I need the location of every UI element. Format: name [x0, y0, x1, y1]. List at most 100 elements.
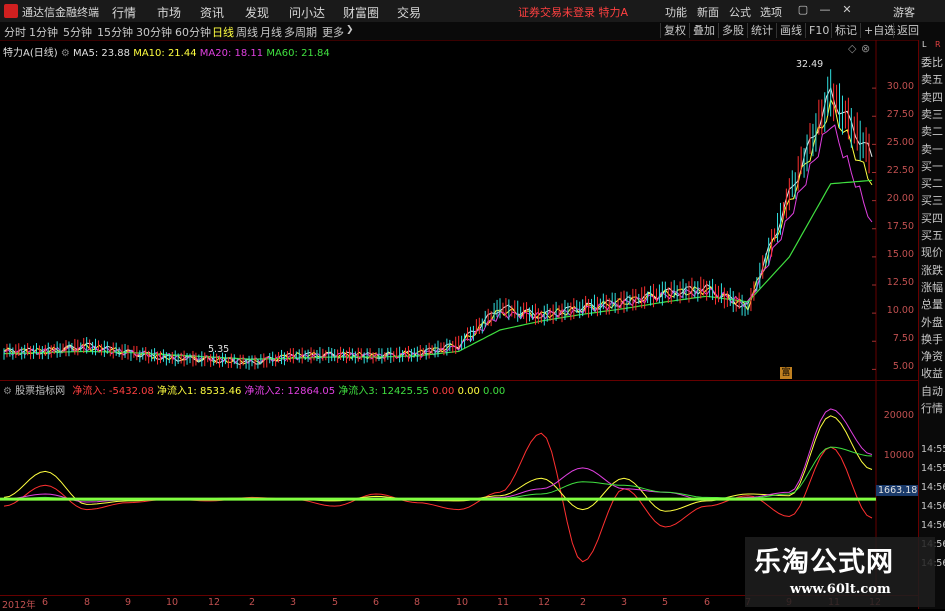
- close-icon[interactable]: ✕: [840, 3, 854, 17]
- side-left-tab[interactable]: L: [922, 40, 926, 49]
- period-monthly[interactable]: 月线: [260, 24, 282, 40]
- menu-options[interactable]: 选项: [760, 4, 782, 20]
- side-time-3: 14:56: [921, 501, 945, 512]
- stock-name: 特力A: [3, 48, 30, 59]
- indicator-line-3: [3, 446, 873, 501]
- y-tick-27-5: 27.50: [886, 109, 914, 120]
- x-tick-label: 2: [249, 597, 256, 608]
- side-item-6[interactable]: 买一: [921, 158, 943, 174]
- ma-line-ma20: [3, 124, 873, 364]
- mark-button[interactable]: 标记: [831, 23, 860, 38]
- ind-y-tick-20000: 20000: [883, 410, 914, 421]
- period-30min[interactable]: 30分钟: [136, 24, 172, 40]
- legend-net-inflow2: 净流入2: 12864.05: [244, 386, 336, 397]
- ma-line-ma10: [3, 98, 873, 365]
- side-time-2: 14:56: [921, 482, 945, 493]
- draw-line-button[interactable]: 画线: [776, 23, 805, 38]
- period-multi[interactable]: 多周期: [284, 24, 317, 40]
- legend-ma20: MA20: 18.11: [199, 48, 264, 59]
- side-item-19[interactable]: 自动: [921, 383, 943, 399]
- close-panel-icon[interactable]: ⊗: [861, 42, 870, 55]
- side-item-14[interactable]: 总量: [921, 296, 943, 312]
- menu-trade[interactable]: 交易: [397, 4, 421, 21]
- menu-formula[interactable]: 公式: [729, 4, 751, 20]
- side-item-16[interactable]: 换手: [921, 331, 943, 347]
- guest-button[interactable]: 游客: [893, 4, 915, 20]
- side-item-12[interactable]: 涨跌: [921, 262, 943, 278]
- y-tick-15: 15.00: [886, 249, 914, 260]
- x-tick-label: 3: [621, 597, 628, 608]
- menu-ask[interactable]: 问小达: [289, 4, 325, 21]
- menu-wealth-circle[interactable]: 财富圈: [343, 4, 379, 21]
- x-tick-label: 10: [456, 597, 469, 608]
- menu-discover[interactable]: 发现: [245, 4, 269, 21]
- maximize-icon[interactable]: ▢: [796, 3, 810, 17]
- current-value-tag: 1663.18: [876, 485, 920, 496]
- side-item-15[interactable]: 外盘: [921, 314, 943, 330]
- side-item-20[interactable]: 行情: [921, 400, 943, 416]
- side-item-5[interactable]: 卖一: [921, 141, 943, 157]
- indicator-name: 股票指标网: [15, 386, 66, 397]
- side-item-0[interactable]: 委比: [921, 54, 943, 70]
- multi-stock-button[interactable]: 多股: [718, 23, 747, 38]
- side-item-7[interactable]: 买二: [921, 175, 943, 191]
- period-daily[interactable]: 日线: [212, 24, 234, 40]
- period-60min[interactable]: 60分钟: [175, 24, 211, 40]
- side-item-2[interactable]: 卖四: [921, 89, 943, 105]
- price-chart[interactable]: [0, 40, 918, 380]
- side-item-17[interactable]: 净资: [921, 348, 943, 364]
- back-button[interactable]: 返回: [893, 23, 922, 38]
- indicator-line-1: [3, 415, 873, 512]
- legend-ma60: MA60: 21.84: [266, 48, 330, 59]
- side-item-8[interactable]: 买三: [921, 192, 943, 208]
- period-more[interactable]: 更多: [322, 24, 344, 40]
- stats-button[interactable]: 统计: [747, 23, 776, 38]
- adjust-button[interactable]: 复权: [660, 23, 689, 38]
- menu-market[interactable]: 市场: [157, 4, 181, 21]
- side-item-11[interactable]: 现价: [921, 244, 943, 260]
- side-item-3[interactable]: 卖三: [921, 106, 943, 122]
- menu-function[interactable]: 功能: [665, 4, 687, 20]
- side-right-tab[interactable]: R: [935, 40, 941, 49]
- side-item-18[interactable]: 收益: [921, 365, 943, 381]
- side-time-0: 14:55: [921, 444, 945, 455]
- period-5min[interactable]: 5分钟: [63, 24, 92, 40]
- more-arrow-icon[interactable]: ❯: [346, 25, 354, 35]
- ind-y-tick-10000: 10000: [883, 450, 914, 461]
- side-item-10[interactable]: 买五: [921, 227, 943, 243]
- menu-new-page[interactable]: 新面: [697, 4, 719, 20]
- y-tick-5: 5.00: [892, 361, 914, 372]
- x-tick-label: 11: [497, 597, 510, 608]
- f10-button[interactable]: F10: [805, 23, 832, 38]
- menu-news[interactable]: 资讯: [200, 4, 224, 21]
- side-item-4[interactable]: 卖二: [921, 123, 943, 139]
- period-intraday[interactable]: 分时: [4, 24, 26, 40]
- legend-ma10: MA10: 21.44: [133, 48, 197, 59]
- high-price-label: 32.49: [796, 59, 824, 70]
- low-price-label: 5.35: [208, 344, 230, 355]
- legend-ma5: MA5: 23.88: [73, 48, 131, 59]
- ma-line-ma5: [3, 86, 873, 366]
- period-15min[interactable]: 15分钟: [97, 24, 133, 40]
- diamond-icon[interactable]: ◇: [848, 42, 856, 55]
- indicator-settings-icon[interactable]: ⚙: [3, 386, 12, 397]
- period-1min[interactable]: 1分钟: [29, 24, 58, 40]
- x-tick-label: 9: [125, 597, 132, 608]
- settings-gear-icon[interactable]: ⚙: [61, 48, 70, 59]
- side-item-13[interactable]: 涨幅: [921, 279, 943, 295]
- minimize-icon[interactable]: —: [818, 3, 832, 17]
- app-logo-icon: [4, 4, 18, 18]
- menu-market-quotes[interactable]: 行情: [112, 4, 136, 21]
- info-badge[interactable]: 富: [780, 367, 792, 379]
- side-item-9[interactable]: 买四: [921, 210, 943, 226]
- x-tick-label: 12: [538, 597, 551, 608]
- y-tick-10: 10.00: [886, 305, 914, 316]
- period-toolbar: 分时 1分钟 5分钟 15分钟 30分钟 60分钟 日线 周线 月线 多周期 更…: [0, 22, 945, 41]
- overlay-button[interactable]: 叠加: [689, 23, 718, 38]
- y-tick-7-5: 7.50: [892, 333, 914, 344]
- watermark-url: www.60lt.com: [790, 582, 891, 597]
- side-item-1[interactable]: 卖五: [921, 71, 943, 87]
- period-weekly[interactable]: 周线: [236, 24, 258, 40]
- y-tick-22-5: 22.50: [886, 165, 914, 176]
- y-tick-30: 30.00: [886, 81, 914, 92]
